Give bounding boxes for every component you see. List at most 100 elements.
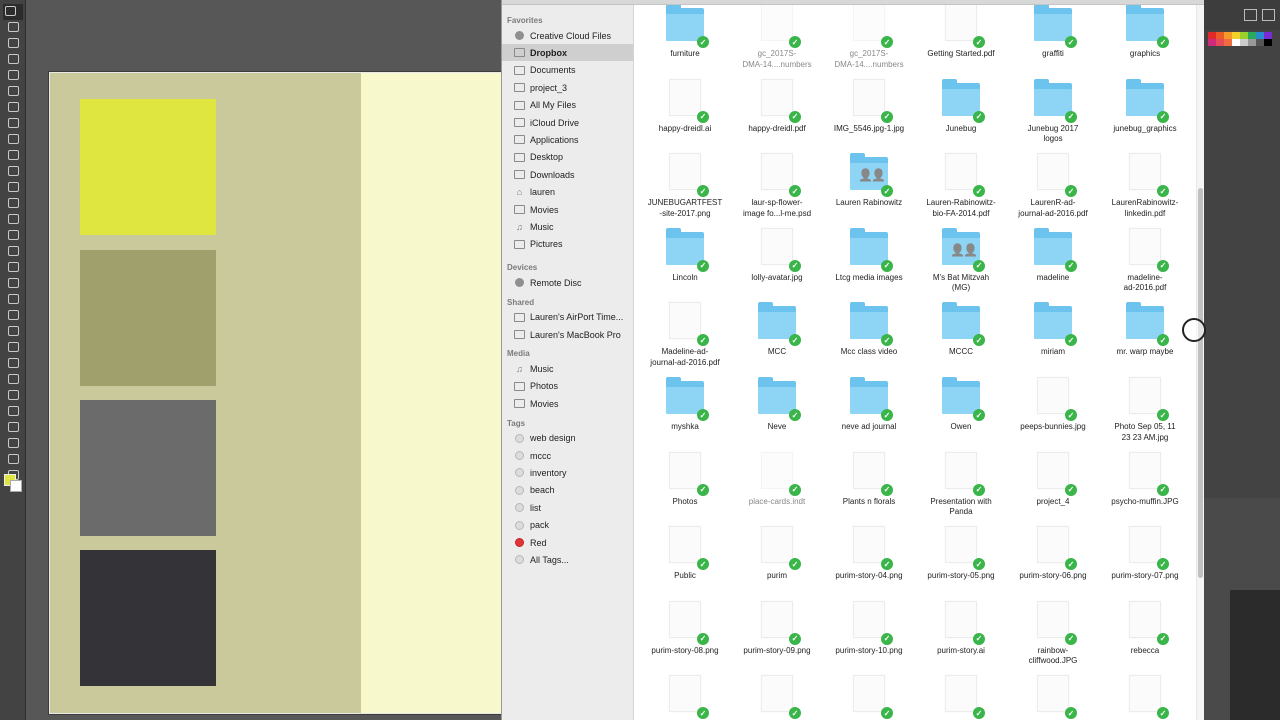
- file-item[interactable]: ✓ purim-story-06.png: [1007, 526, 1099, 600]
- tool-icon[interactable]: [6, 452, 20, 464]
- sidebar-item-project-3[interactable]: project_3: [502, 79, 633, 96]
- folder-item[interactable]: ✓ graphics: [1099, 5, 1191, 78]
- sidebar-item-downloads[interactable]: Downloads: [502, 166, 633, 183]
- swatch-gray[interactable]: [80, 400, 216, 536]
- sidebar-item-lauren-s-airport-time[interactable]: Lauren's AirPort Time...: [502, 309, 633, 326]
- folder-item[interactable]: ✓ junebug_graphics: [1099, 78, 1191, 153]
- color-swatch[interactable]: [1208, 39, 1216, 46]
- folder-item[interactable]: ✓ Ltcg media images: [823, 227, 915, 302]
- color-swatch[interactable]: [1232, 39, 1240, 46]
- color-swatch[interactable]: [1224, 32, 1232, 39]
- tool-icon[interactable]: [6, 356, 20, 368]
- sidebar-item-web-design[interactable]: web design: [502, 430, 633, 447]
- file-item[interactable]: ✓ Photo Sep 05, 11 23 23 AM.jpg: [1099, 377, 1191, 451]
- swatches-grid[interactable]: [1208, 32, 1272, 60]
- file-browser[interactable]: ✓ furniture ✓ gc_2017S- DMA-14....numbers ✓ g…: [635, 5, 1204, 720]
- tool-icon[interactable]: [6, 436, 20, 448]
- file-item[interactable]: ✓ Madeline-ad- journal-ad-2016.pdf: [639, 302, 731, 376]
- file-item[interactable]: ✓ project_4: [1007, 451, 1099, 526]
- file-item[interactable]: ✓: [731, 675, 823, 720]
- folder-item[interactable]: 👤👤 ✓ Lauren Rabinowitz: [823, 153, 915, 227]
- file-item[interactable]: ✓ JUNEBUGARTFEST -site-2017.png: [639, 153, 731, 227]
- file-item[interactable]: ✓ happy-dreidl.pdf: [731, 78, 823, 153]
- color-swatch[interactable]: [1224, 39, 1232, 46]
- tool-icon[interactable]: [6, 52, 20, 64]
- sidebar-item-documents[interactable]: Documents: [502, 62, 633, 79]
- file-item[interactable]: ✓ purim-story.ai: [915, 600, 1007, 675]
- tool-icon[interactable]: [6, 228, 20, 240]
- folder-item[interactable]: ✓ furniture: [639, 5, 731, 78]
- tool-icon[interactable]: [6, 116, 20, 128]
- tool-icon[interactable]: [6, 196, 20, 208]
- sidebar-item-remote-disc[interactable]: Remote Disc: [502, 274, 633, 291]
- sidebar-item-movies[interactable]: Movies: [502, 395, 633, 412]
- file-item[interactable]: ✓ purim: [731, 526, 823, 600]
- grid-view-icon[interactable]: [1262, 9, 1275, 21]
- sidebar-item-red[interactable]: Red: [502, 534, 633, 551]
- folder-item[interactable]: ✓ MCCC: [915, 302, 1007, 376]
- tool-icon[interactable]: [6, 20, 20, 32]
- folder-item[interactable]: ✓ graffiti: [1007, 5, 1099, 78]
- sidebar-item-music[interactable]: ♫ Music: [502, 218, 633, 235]
- sidebar-item-movies[interactable]: Movies: [502, 201, 633, 218]
- file-item[interactable]: ✓: [639, 675, 731, 720]
- folder-item[interactable]: ✓ Junebug: [915, 78, 1007, 153]
- sidebar-item-beach[interactable]: beach: [502, 482, 633, 499]
- color-swatch[interactable]: [1256, 32, 1264, 39]
- file-item[interactable]: ✓ gc_2017S- DMA-14....numbers: [731, 5, 823, 78]
- file-item[interactable]: ✓: [1099, 675, 1191, 720]
- sidebar-item-creative-cloud-files[interactable]: Creative Cloud Files: [502, 27, 633, 44]
- color-swatch[interactable]: [1232, 32, 1240, 39]
- file-item[interactable]: ✓ purim-story-04.png: [823, 526, 915, 600]
- color-swatch[interactable]: [1240, 32, 1248, 39]
- tool-icon[interactable]: [6, 340, 20, 352]
- tool-icon[interactable]: [6, 36, 20, 48]
- file-item[interactable]: ✓ Public: [639, 526, 731, 600]
- color-swatch[interactable]: [1256, 39, 1264, 46]
- file-item[interactable]: ✓ purim-story-05.png: [915, 526, 1007, 600]
- file-item[interactable]: ✓ Plants n florals: [823, 451, 915, 526]
- sidebar-item-inventory[interactable]: inventory: [502, 464, 633, 481]
- tool-icon[interactable]: [6, 68, 20, 80]
- color-swatch[interactable]: [1208, 32, 1216, 39]
- file-item[interactable]: ✓ purim-story-08.png: [639, 600, 731, 675]
- file-item[interactable]: ✓: [915, 675, 1007, 720]
- sidebar-item-applications[interactable]: Applications: [502, 131, 633, 148]
- folder-item[interactable]: ✓ Lincoln: [639, 227, 731, 302]
- sidebar-item-lauren-s-macbook-pro[interactable]: Lauren's MacBook Pro: [502, 326, 633, 343]
- color-swatch[interactable]: [1248, 39, 1256, 46]
- file-item[interactable]: ✓ purim-story-07.png: [1099, 526, 1191, 600]
- tool-icon[interactable]: [6, 308, 20, 320]
- color-swatch[interactable]: [1264, 32, 1272, 39]
- file-item[interactable]: ✓ rebecca: [1099, 600, 1191, 675]
- folder-item[interactable]: ✓ mr. warp maybe: [1099, 302, 1191, 376]
- file-item[interactable]: ✓ LaurenR-ad- journal-ad-2016.pdf: [1007, 153, 1099, 227]
- file-item[interactable]: ✓ IMG_5546.jpg-1.jpg: [823, 78, 915, 153]
- file-item[interactable]: ✓ Lauren-Rabinowitz- bio-FA-2014.pdf: [915, 153, 1007, 227]
- sidebar-item-desktop[interactable]: Desktop: [502, 149, 633, 166]
- color-swatch[interactable]: [1248, 32, 1256, 39]
- tool-icon[interactable]: [6, 404, 20, 416]
- folder-item[interactable]: 👤👤 ✓ M's Bat Mitzvah (MG): [915, 227, 1007, 302]
- file-item[interactable]: ✓ purim-story-09.png: [731, 600, 823, 675]
- color-swatch[interactable]: [1216, 39, 1224, 46]
- tool-icon[interactable]: [6, 100, 20, 112]
- file-item[interactable]: ✓: [823, 675, 915, 720]
- tool-icon[interactable]: [6, 84, 20, 96]
- folder-item[interactable]: ✓ MCC: [731, 302, 823, 376]
- tool-icon[interactable]: [6, 276, 20, 288]
- file-item[interactable]: ✓ lolly-avatar.jpg: [731, 227, 823, 302]
- file-item[interactable]: ✓ psycho-muffin.JPG: [1099, 451, 1191, 526]
- sidebar-item-music[interactable]: ♫ Music: [502, 360, 633, 377]
- color-swatch[interactable]: [1240, 39, 1248, 46]
- tool-icon[interactable]: [3, 4, 23, 20]
- sidebar-item-all-tags[interactable]: All Tags...: [502, 551, 633, 568]
- folder-item[interactable]: ✓ myshka: [639, 377, 731, 451]
- scroll-thumb[interactable]: [1198, 188, 1203, 578]
- tool-icon[interactable]: [6, 132, 20, 144]
- sidebar-item-dropbox[interactable]: Dropbox: [502, 44, 633, 62]
- tool-icon[interactable]: [6, 420, 20, 432]
- folder-item[interactable]: ✓ miriam: [1007, 302, 1099, 376]
- sidebar-item-all-my-files[interactable]: All My Files: [502, 97, 633, 114]
- color-swatch[interactable]: [1216, 32, 1224, 39]
